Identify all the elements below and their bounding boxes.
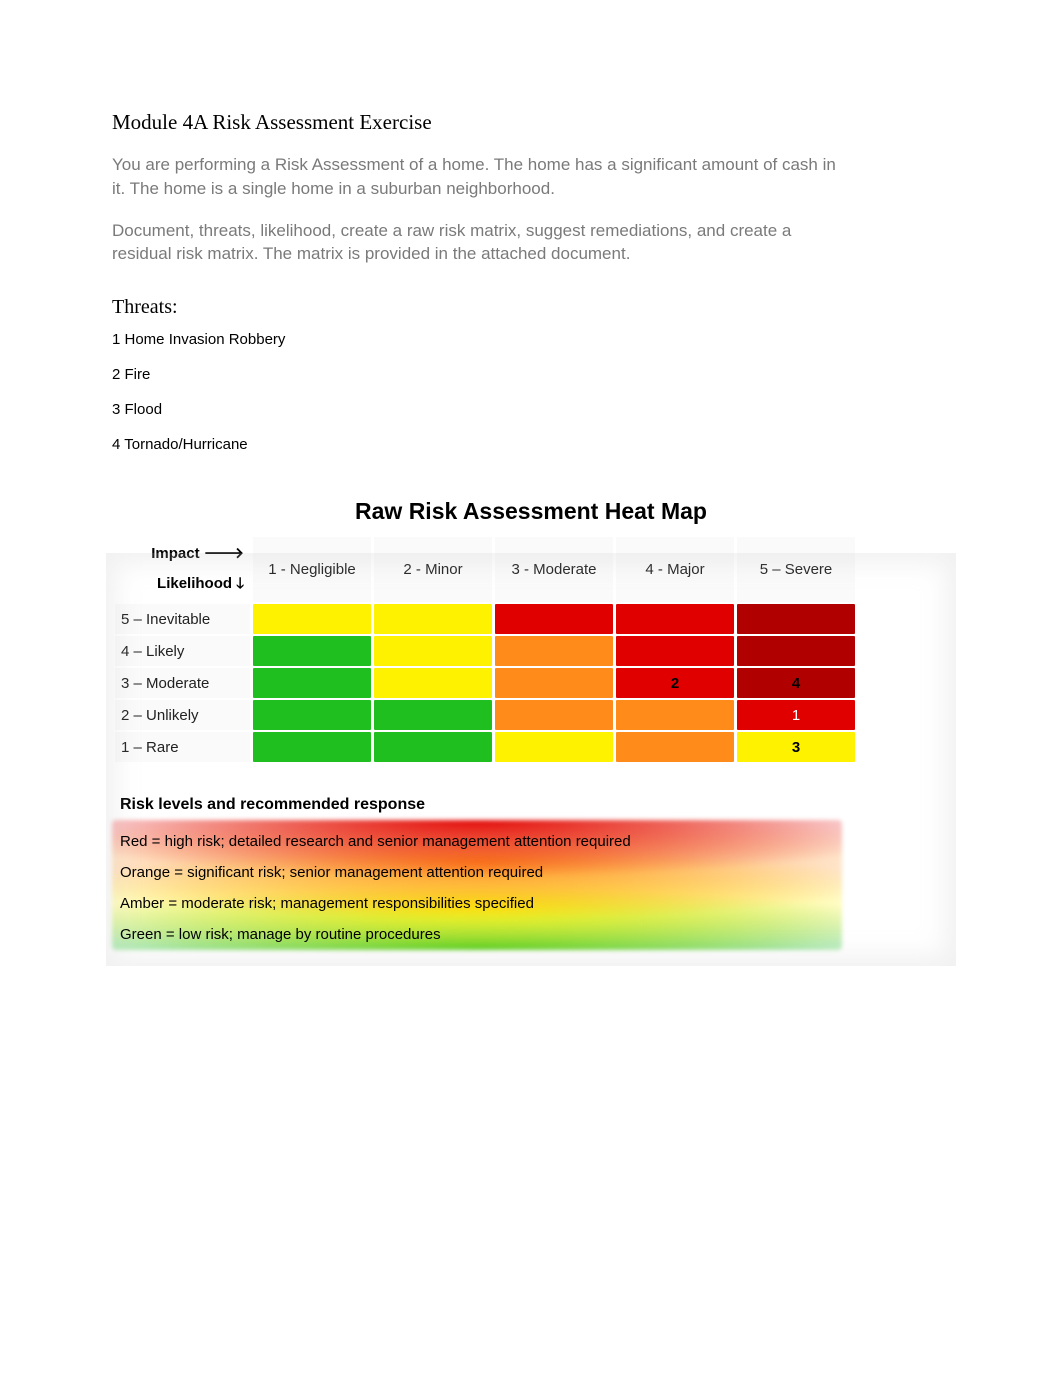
heatmap-cell — [253, 604, 371, 634]
threat-item: 1 Home Invasion Robbery — [112, 331, 950, 348]
heatmap-cell — [495, 668, 613, 698]
legend-line-red: Red = high risk; detailed research and s… — [120, 826, 836, 857]
heatmap-table: Impact 🡒 1 - Negligible 2 - Minor 3 - Mo… — [112, 535, 858, 764]
threat-item: 4 Tornado/Hurricane — [112, 436, 950, 453]
threats-heading: Threats: — [112, 296, 950, 319]
likelihood-row-header: 3 – Moderate — [115, 668, 250, 698]
heatmap-cell — [374, 700, 492, 730]
heatmap-cell — [253, 636, 371, 666]
impact-col-header: 4 - Major — [616, 537, 734, 602]
axis-likelihood-label: Likelihood 🡓 — [115, 569, 250, 602]
intro-paragraph-1: You are performing a Risk Assessment of … — [112, 153, 852, 201]
impact-col-header: 2 - Minor — [374, 537, 492, 602]
heatmap-cell — [495, 732, 613, 762]
heatmap-cell — [616, 636, 734, 666]
legend-container: Red = high risk; detailed research and s… — [112, 820, 842, 950]
likelihood-row-header: 4 – Likely — [115, 636, 250, 666]
likelihood-row-header: 2 – Unlikely — [115, 700, 250, 730]
heatmap-cell — [495, 636, 613, 666]
likelihood-row-header: 1 – Rare — [115, 732, 250, 762]
heatmap-cell: 4 — [737, 668, 855, 698]
heatmap-cell — [374, 604, 492, 634]
legend-line-amber: Amber = moderate risk; management respon… — [120, 888, 836, 919]
heatmap-cell — [737, 604, 855, 634]
heatmap-cell — [374, 668, 492, 698]
legend-line-green: Green = low risk; manage by routine proc… — [120, 919, 836, 950]
heatmap-cell: 3 — [737, 732, 855, 762]
heatmap-cell — [374, 636, 492, 666]
page-title: Module 4A Risk Assessment Exercise — [112, 110, 950, 135]
legend-line-orange: Orange = significant risk; senior manage… — [120, 857, 836, 888]
axis-impact-label: Impact 🡒 — [115, 537, 250, 567]
threat-item: 3 Flood — [112, 401, 950, 418]
heatmap-cell — [374, 732, 492, 762]
intro-paragraph-2: Document, threats, likelihood, create a … — [112, 219, 852, 267]
impact-col-header: 5 – Severe — [737, 537, 855, 602]
heatmap-row: 4 – Likely — [115, 636, 855, 666]
heatmap-cell: 2 — [616, 668, 734, 698]
heatmap-cell — [495, 604, 613, 634]
heatmap-cell — [253, 668, 371, 698]
heatmap-row: 3 – Moderate 2 4 — [115, 668, 855, 698]
impact-col-header: 1 - Negligible — [253, 537, 371, 602]
heatmap-cell — [616, 700, 734, 730]
heatmap-cell — [737, 636, 855, 666]
heatmap-cell — [495, 700, 613, 730]
impact-col-header: 3 - Moderate — [495, 537, 613, 602]
heatmap-cell — [253, 732, 371, 762]
heatmap-cell — [616, 732, 734, 762]
heatmap-row: 5 – Inevitable — [115, 604, 855, 634]
likelihood-row-header: 5 – Inevitable — [115, 604, 250, 634]
heatmap-cell — [253, 700, 371, 730]
legend-title: Risk levels and recommended response — [120, 796, 950, 814]
heatmap-cell — [616, 604, 734, 634]
heatmap-title: Raw Risk Assessment Heat Map — [112, 498, 950, 525]
threat-item: 2 Fire — [112, 366, 950, 383]
heatmap-container: Raw Risk Assessment Heat Map Impact 🡒 1 … — [112, 498, 950, 960]
heatmap-cell: 1 — [737, 700, 855, 730]
heatmap-row: 2 – Unlikely 1 — [115, 700, 855, 730]
heatmap-row: 1 – Rare 3 — [115, 732, 855, 762]
